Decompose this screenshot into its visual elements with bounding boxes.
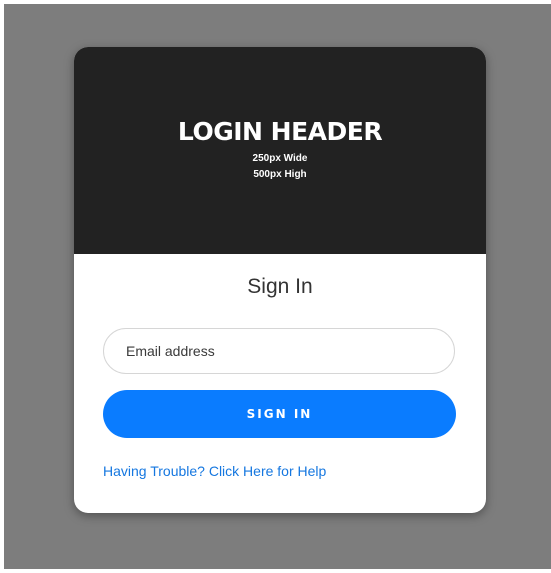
header-title: LOGIN HEADER bbox=[177, 117, 383, 146]
header-subtitle-width: 250px Wide bbox=[252, 153, 308, 164]
signin-heading: Sign In bbox=[247, 275, 313, 298]
header-subtitle-height: 500px High bbox=[253, 169, 307, 180]
sign-in-button[interactable]: SIGN IN bbox=[103, 390, 456, 438]
help-link[interactable]: Having Trouble? Click Here for Help bbox=[103, 463, 326, 479]
login-card: LOGIN HEADER 250px Wide 500px High Sign … bbox=[74, 47, 486, 513]
login-header-banner: LOGIN HEADER 250px Wide 500px High bbox=[74, 47, 486, 254]
email-field[interactable] bbox=[103, 328, 455, 374]
